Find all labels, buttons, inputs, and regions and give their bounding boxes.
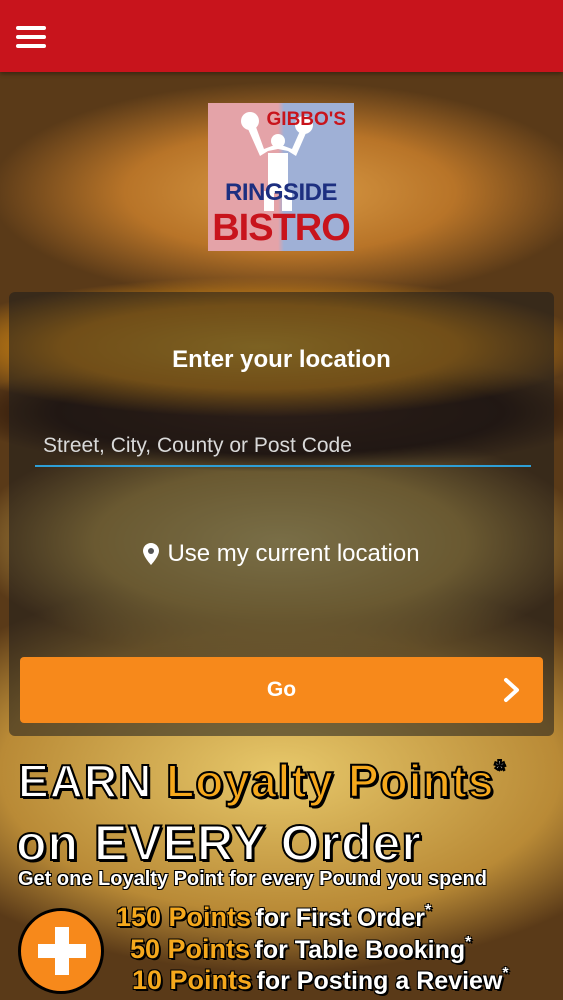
logo-line-2: RINGSIDE xyxy=(224,179,338,206)
promo-points-item: 50 Points for Table Booking* xyxy=(130,934,471,965)
promo-earn-text: EARN xyxy=(17,754,153,808)
use-current-location-label: Use my current location xyxy=(167,540,420,567)
top-app-bar xyxy=(0,0,563,72)
hamburger-menu-icon[interactable] xyxy=(16,26,46,48)
use-current-location-button[interactable]: Use my current location xyxy=(9,540,554,568)
promo-asterisk: * xyxy=(494,753,506,785)
location-title: Enter your location xyxy=(172,346,391,373)
restaurant-logo: GIBBO'S RINGSIDE BISTRO xyxy=(208,103,354,251)
points-asterisk: * xyxy=(465,934,472,951)
points-value: 150 Points xyxy=(116,902,252,932)
go-button[interactable]: Go xyxy=(20,657,543,723)
promo-subtext: Get one Loyalty Point for every Pound yo… xyxy=(18,868,487,890)
promo-points-item: 10 Points for Posting a Review* xyxy=(132,965,509,996)
map-pin-icon xyxy=(143,543,160,565)
logo-line-1: GIBBO'S xyxy=(266,109,346,130)
points-asterisk: * xyxy=(425,902,432,919)
points-asterisk: * xyxy=(502,965,509,982)
location-search-input[interactable] xyxy=(35,427,531,467)
location-panel: Enter your location Use my current locat… xyxy=(9,292,554,736)
promo-headline-line2: on EVERY Order xyxy=(15,814,422,872)
promo-headline-line1: EARN Loyalty Points* xyxy=(17,753,506,808)
points-value: 50 Points xyxy=(130,934,251,964)
plus-icon xyxy=(18,908,104,994)
promo-loyalty-points-text: Loyalty Points xyxy=(165,754,495,808)
points-value: 10 Points xyxy=(132,965,253,995)
points-description: for Table Booking xyxy=(254,936,466,964)
logo-line-3: BISTRO xyxy=(212,207,351,249)
chevron-right-icon xyxy=(504,678,519,702)
go-button-label: Go xyxy=(266,678,297,701)
promo-points-item: 150 Points for First Order* xyxy=(116,902,431,933)
points-description: for First Order xyxy=(255,904,425,932)
points-description: for Posting a Review xyxy=(256,967,503,995)
loyalty-promo-banner: EARN Loyalty Points* on EVERY Order Get … xyxy=(0,736,563,1000)
